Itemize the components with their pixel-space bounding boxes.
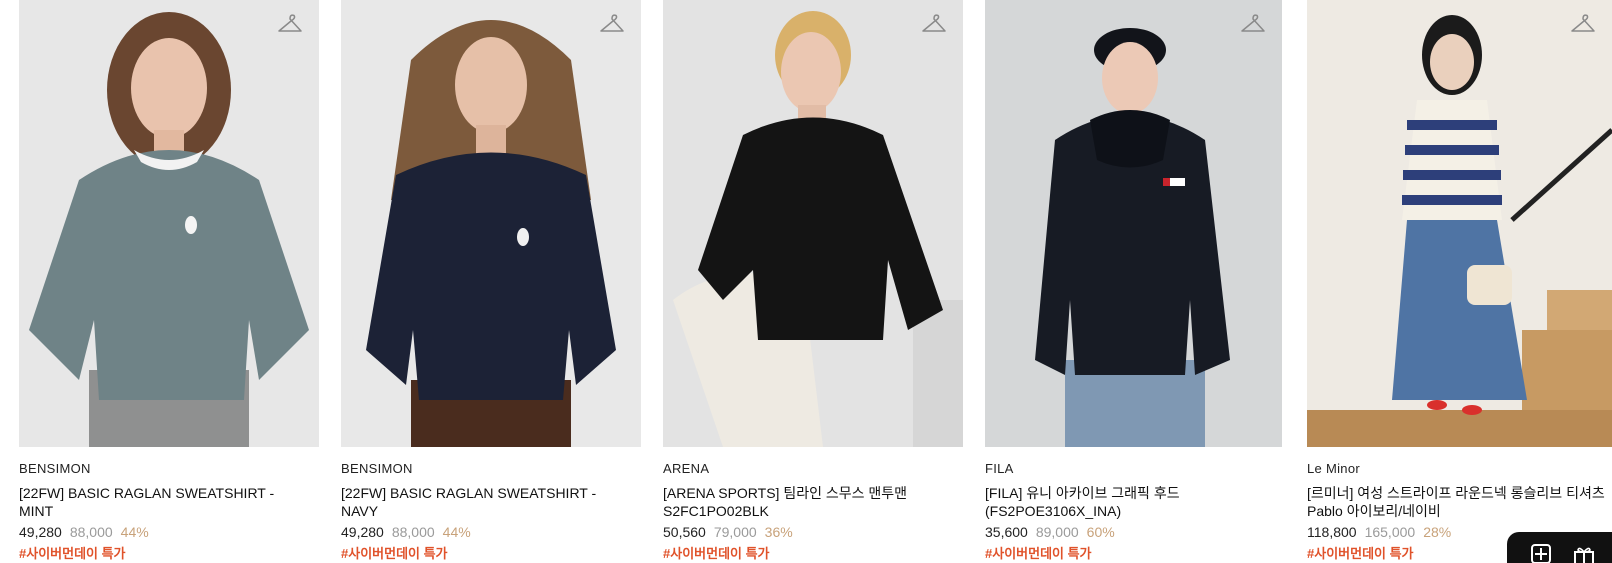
- gift-icon[interactable]: [1573, 544, 1595, 563]
- product-brand: FILA: [985, 461, 1014, 476]
- sale-price: 50,560: [663, 524, 706, 540]
- product-image[interactable]: [985, 0, 1282, 447]
- price-row: 35,600 89,000 60%: [985, 523, 1282, 541]
- product-name-line1: [FILA] 유니 아카이브 그래픽 후드: [985, 485, 1180, 501]
- hanger-icon[interactable]: [1240, 12, 1266, 36]
- product-name-line1: [르미너] 여성 스트라이프 라운드넥 롱슬리브 티셔츠: [1307, 485, 1605, 501]
- product-name-line2: Pablo 아이보리/네이비: [1307, 503, 1441, 519]
- product-brand: BENSIMON: [19, 461, 91, 476]
- discount-rate: 60%: [1086, 524, 1115, 540]
- promo-tag[interactable]: #사이버먼데이 특가: [985, 545, 1282, 562]
- product-name-line1: [22FW] BASIC RAGLAN SWEATSHIRT -: [19, 485, 275, 501]
- discount-rate: 36%: [764, 524, 793, 540]
- plus-square-icon[interactable]: [1531, 544, 1551, 563]
- sale-price: 35,600: [985, 524, 1028, 540]
- sale-price: 49,280: [19, 524, 62, 540]
- product-card[interactable]: FILA [FILA] 유니 아카이브 그래픽 후드 (FS2POE3106X_…: [985, 0, 1282, 562]
- product-name-line1: [ARENA SPORTS] 팀라인 스무스 맨투맨: [663, 485, 908, 501]
- product-image[interactable]: [341, 0, 641, 447]
- price-row: 49,280 88,000 44%: [341, 523, 641, 541]
- product-name[interactable]: [FILA] 유니 아카이브 그래픽 후드 (FS2POE3106X_INA): [985, 484, 1282, 520]
- promo-tag[interactable]: #사이버먼데이 특가: [663, 545, 963, 562]
- original-price: 88,000: [391, 524, 435, 540]
- product-name-line2: (FS2POE3106X_INA): [985, 503, 1122, 519]
- product-name[interactable]: [22FW] BASIC RAGLAN SWEATSHIRT - NAVY: [341, 484, 641, 520]
- product-card[interactable]: BENSIMON [22FW] BASIC RAGLAN SWEATSHIRT …: [19, 0, 319, 562]
- product-name-line2: NAVY: [341, 503, 379, 519]
- promo-tag[interactable]: #사이버먼데이 특가: [341, 545, 641, 562]
- hanger-icon[interactable]: [921, 12, 947, 36]
- product-brand: ARENA: [663, 461, 710, 476]
- original-price: 79,000: [713, 524, 757, 540]
- product-name-line2: MINT: [19, 503, 54, 519]
- price-row: 49,280 88,000 44%: [19, 523, 319, 541]
- discount-rate: 44%: [120, 524, 149, 540]
- promo-tag[interactable]: #사이버먼데이 특가: [19, 545, 319, 562]
- original-price: 88,000: [69, 524, 113, 540]
- product-image[interactable]: [1307, 0, 1612, 447]
- original-price: 89,000: [1035, 524, 1079, 540]
- hanger-icon[interactable]: [277, 12, 303, 36]
- product-brand: Le Minor: [1307, 461, 1360, 476]
- discount-rate: 44%: [442, 524, 471, 540]
- product-name[interactable]: [르미너] 여성 스트라이프 라운드넥 롱슬리브 티셔츠 Pablo 아이보리/…: [1307, 484, 1612, 520]
- product-card[interactable]: ARENA [ARENA SPORTS] 팀라인 스무스 맨투맨 S2FC1PO…: [663, 0, 963, 562]
- product-name-line2: S2FC1PO02BLK: [663, 503, 769, 519]
- product-image[interactable]: [663, 0, 963, 447]
- product-grid: BENSIMON [22FW] BASIC RAGLAN SWEATSHIRT …: [0, 0, 1612, 563]
- product-card[interactable]: BENSIMON [22FW] BASIC RAGLAN SWEATSHIRT …: [341, 0, 641, 562]
- product-name[interactable]: [22FW] BASIC RAGLAN SWEATSHIRT - MINT: [19, 484, 319, 520]
- original-price: 165,000: [1364, 524, 1416, 540]
- sale-price: 118,800: [1307, 524, 1357, 540]
- product-card[interactable]: Le Minor [르미너] 여성 스트라이프 라운드넥 롱슬리브 티셔츠 Pa…: [1307, 0, 1612, 562]
- product-name-line1: [22FW] BASIC RAGLAN SWEATSHIRT -: [341, 485, 597, 501]
- product-brand: BENSIMON: [341, 461, 413, 476]
- product-name[interactable]: [ARENA SPORTS] 팀라인 스무스 맨투맨 S2FC1PO02BLK: [663, 484, 963, 520]
- sale-price: 49,280: [341, 524, 384, 540]
- hanger-icon[interactable]: [1570, 12, 1596, 36]
- hanger-icon[interactable]: [599, 12, 625, 36]
- discount-rate: 28%: [1423, 524, 1452, 540]
- price-row: 50,560 79,000 36%: [663, 523, 963, 541]
- floating-action-bar[interactable]: [1507, 532, 1612, 563]
- product-image[interactable]: [19, 0, 319, 447]
